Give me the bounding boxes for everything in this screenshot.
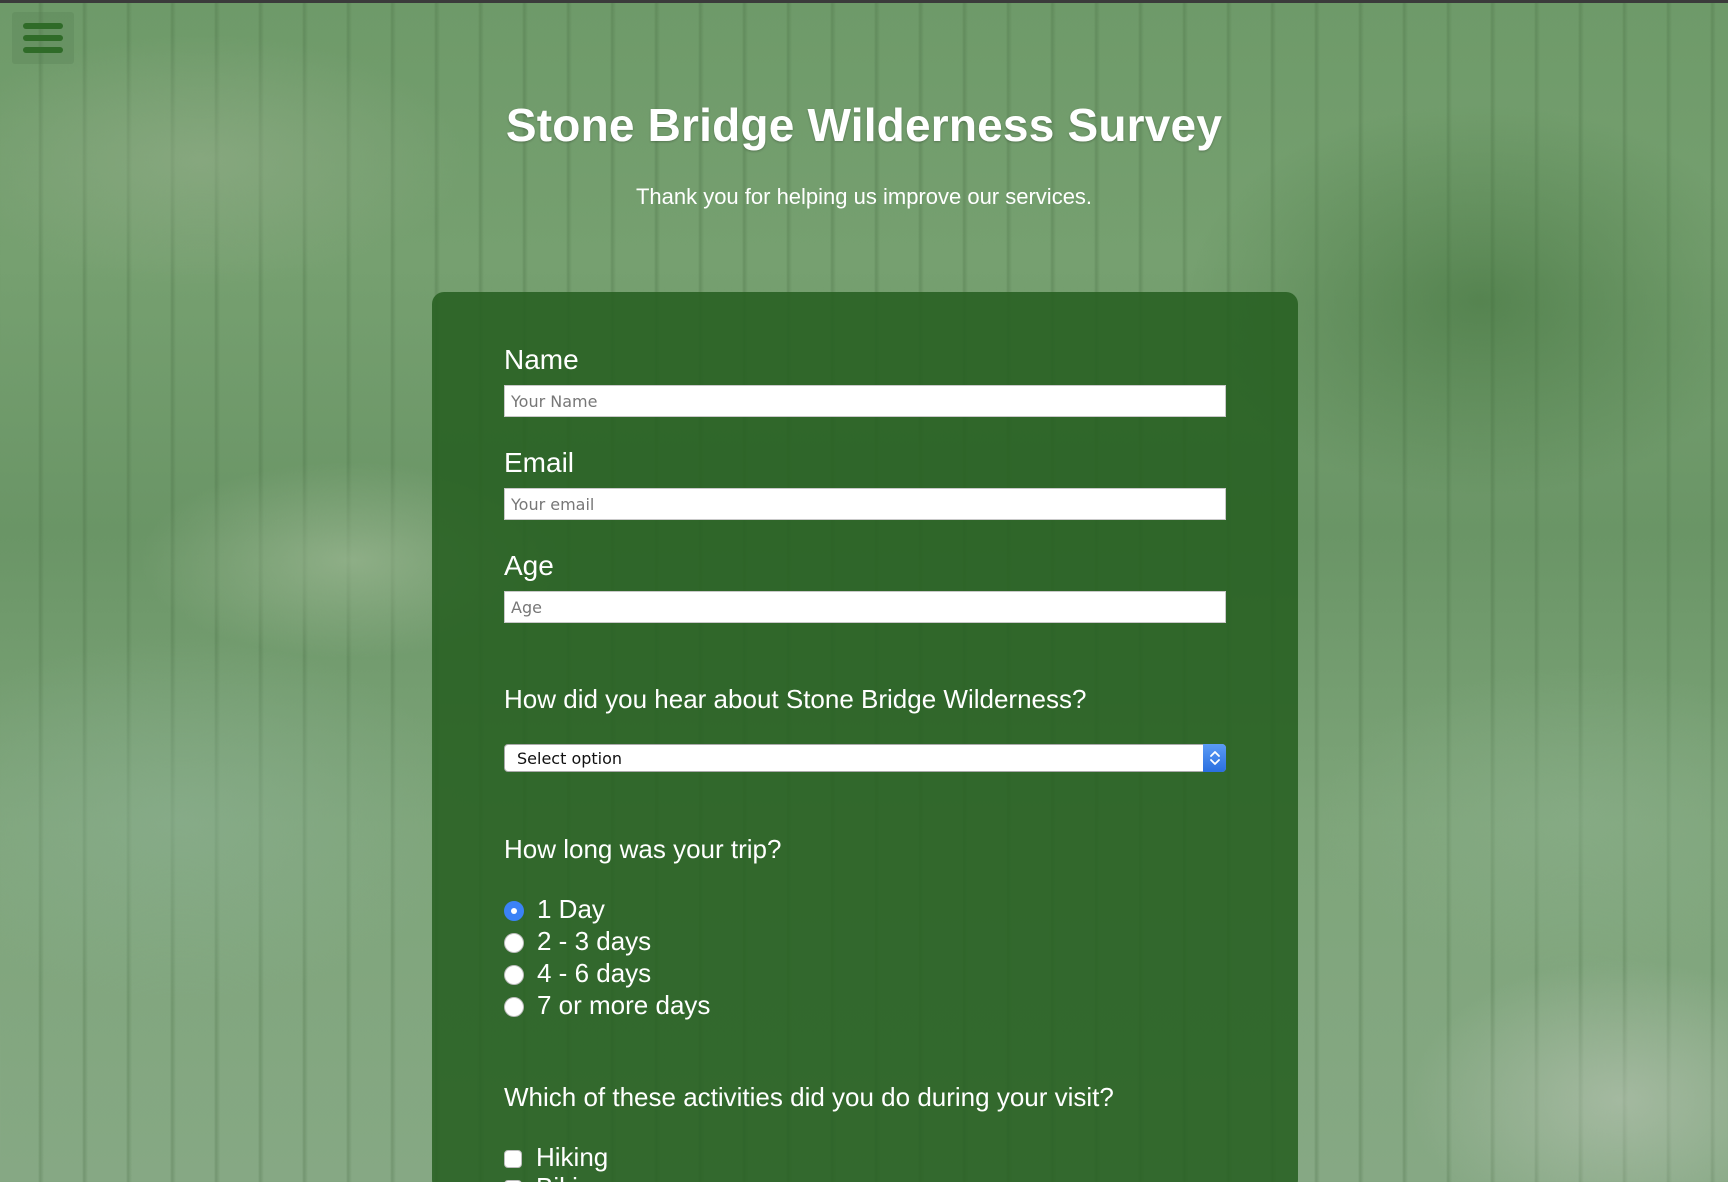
trip-question: How long was your trip? xyxy=(504,834,782,864)
age-label: Age xyxy=(504,550,554,581)
trip-option-2-3-days[interactable]: 2 - 3 days xyxy=(504,926,651,956)
hamburger-bar xyxy=(23,47,63,53)
radio-button[interactable] xyxy=(504,965,524,985)
trip-option-label: 7 or more days xyxy=(537,989,711,1020)
trip-option-4-6-days[interactable]: 4 - 6 days xyxy=(504,958,651,988)
page-title: Stone Bridge Wilderness Survey xyxy=(505,99,1223,151)
referral-select[interactable]: Select option xyxy=(504,744,1226,772)
trip-option-label: 2 - 3 days xyxy=(537,925,652,956)
survey-form: Name Email Age How did you hear about St… xyxy=(432,292,1298,1182)
activity-option-label: Hiking xyxy=(536,1141,609,1172)
select-arrows-icon xyxy=(1203,744,1226,772)
radio-button-checked[interactable] xyxy=(504,901,524,921)
checkbox[interactable] xyxy=(504,1150,522,1168)
trip-option-7-plus-days[interactable]: 7 or more days xyxy=(504,990,710,1020)
age-input[interactable] xyxy=(504,591,1226,623)
trip-option-label: 4 - 6 days xyxy=(537,957,652,988)
radio-button[interactable] xyxy=(504,933,524,953)
activity-option-label: Biking xyxy=(536,1172,607,1182)
trip-option-1-day[interactable]: 1 Day xyxy=(504,894,605,924)
email-input[interactable] xyxy=(504,488,1226,520)
name-label: Name xyxy=(504,344,579,375)
page-subtitle: Thank you for helping us improve our ser… xyxy=(635,184,1093,209)
referral-select-value: Select option xyxy=(517,749,623,768)
page-header: Stone Bridge Wilderness Survey Thank you… xyxy=(0,98,1728,210)
hamburger-bar xyxy=(23,35,63,41)
hamburger-menu-button[interactable] xyxy=(12,12,74,64)
activity-option-hiking[interactable]: Hiking xyxy=(504,1142,608,1172)
activities-question: Which of these activities did you do dur… xyxy=(504,1082,1114,1112)
hamburger-menu-icon xyxy=(23,23,63,29)
email-label: Email xyxy=(504,447,575,478)
radio-button[interactable] xyxy=(504,997,524,1017)
trip-option-label: 1 Day xyxy=(537,893,605,924)
activity-option-biking[interactable]: Biking xyxy=(504,1172,607,1182)
top-border xyxy=(0,0,1728,3)
name-input[interactable] xyxy=(504,385,1226,417)
referral-question: How did you hear about Stone Bridge Wild… xyxy=(504,684,1087,714)
